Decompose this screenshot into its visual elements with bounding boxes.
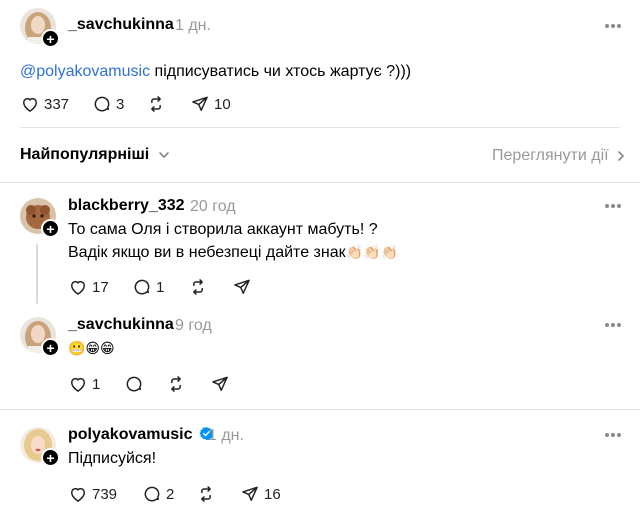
comment-icon (144, 486, 160, 502)
more-icon[interactable] (605, 322, 621, 328)
divider (20, 127, 620, 128)
comment-button[interactable] (124, 373, 144, 395)
repost-icon (171, 376, 181, 392)
more-icon[interactable] (605, 432, 621, 438)
post-text: @polyakovamusic підписуватись чи хтось ж… (20, 60, 411, 83)
reply-time: 1 дн. (208, 427, 244, 444)
repost-icon (193, 279, 203, 295)
reply-username-text: polyakovamusic (68, 426, 193, 443)
like-count: 17 (92, 278, 109, 296)
repost-button[interactable] (166, 373, 186, 395)
reply-username[interactable]: polyakovamusic (68, 426, 214, 444)
comment-button[interactable]: 2 (142, 483, 174, 505)
reply-text-line1: То сама Оля і створила аккаунт мабуть! ? (68, 221, 378, 238)
share-button[interactable] (210, 373, 230, 395)
avatar-blackberry[interactable]: + (20, 198, 60, 238)
like-button[interactable]: 337 (20, 93, 69, 115)
comment-count: 2 (166, 485, 175, 503)
sort-dropdown[interactable]: Найпопулярніші (20, 146, 170, 164)
comment-icon (94, 96, 110, 112)
sort-label: Найпопулярніші (20, 146, 150, 163)
reply-text-body: Вадік якщо ви в небезпеці дайте знак (68, 244, 346, 261)
reply-time: 9 год (175, 317, 212, 334)
comment-button[interactable]: 3 (92, 93, 124, 115)
like-count: 337 (44, 95, 70, 113)
chevron-right-icon (618, 150, 624, 161)
avatar-savchukinna[interactable]: + (20, 317, 60, 357)
follow-plus-icon[interactable]: + (41, 219, 60, 238)
thread-line (36, 244, 38, 304)
send-icon (242, 486, 258, 501)
repost-button[interactable] (188, 276, 208, 298)
more-icon[interactable] (605, 203, 621, 209)
comment-icon (134, 279, 150, 295)
follow-plus-icon[interactable]: + (41, 448, 60, 467)
comment-button[interactable]: 1 (132, 276, 164, 298)
heart-icon (71, 487, 85, 502)
avatar-savchukinna[interactable]: + (20, 8, 60, 48)
send-icon (192, 96, 208, 111)
heart-icon (23, 97, 37, 112)
repost-button[interactable] (146, 93, 166, 115)
like-button[interactable]: 17 (68, 276, 109, 298)
follow-plus-icon[interactable]: + (41, 29, 60, 48)
share-count: 16 (264, 485, 281, 503)
more-icon[interactable] (605, 23, 621, 29)
view-activity-label: Переглянути дії (492, 147, 609, 164)
mention-link[interactable]: @polyakovamusic (20, 63, 150, 80)
divider (0, 409, 640, 410)
share-count: 10 (214, 95, 231, 113)
follow-plus-icon[interactable]: + (41, 338, 60, 357)
share-button[interactable]: 16 (240, 483, 281, 505)
heart-icon (71, 377, 85, 392)
reply-username[interactable]: _savchukinna (68, 316, 174, 334)
like-button[interactable]: 1 (68, 373, 100, 395)
heart-icon (71, 280, 85, 295)
repost-icon (201, 486, 211, 502)
avatar-polyakovamusic[interactable]: + (20, 427, 60, 467)
send-icon (212, 376, 228, 391)
repost-button[interactable] (196, 483, 216, 505)
like-count: 739 (92, 485, 118, 503)
reply-text-line2: Вадік якщо ви в небезпеці дайте знак👏🏻👏🏻… (68, 241, 398, 265)
reply-text-line1: Підписуйся! (68, 450, 157, 467)
send-icon (234, 279, 250, 294)
share-button[interactable]: 10 (190, 93, 231, 115)
comment-count: 3 (116, 95, 125, 113)
repost-icon (151, 96, 161, 112)
reply-username[interactable]: blackberry_332 (68, 197, 185, 215)
chevron-down-icon (158, 151, 169, 158)
divider (0, 182, 640, 183)
comment-count: 1 (156, 278, 165, 296)
post-username[interactable]: _savchukinna (68, 16, 174, 34)
like-button[interactable]: 739 (68, 483, 117, 505)
view-activity-link[interactable]: Переглянути дії (492, 147, 626, 165)
clap-emoji: 👏🏻👏🏻👏🏻 (345, 245, 398, 261)
post-time: 1 дн. (175, 17, 211, 34)
reply-time: 20 год (190, 198, 236, 215)
like-count: 1 (92, 375, 101, 393)
comment-icon (126, 376, 142, 392)
share-button[interactable] (232, 276, 252, 298)
reply-text-line1: 😬😁😁 (68, 341, 115, 357)
post-text-body: підписуватись чи хтось жартує ?))) (150, 63, 412, 80)
